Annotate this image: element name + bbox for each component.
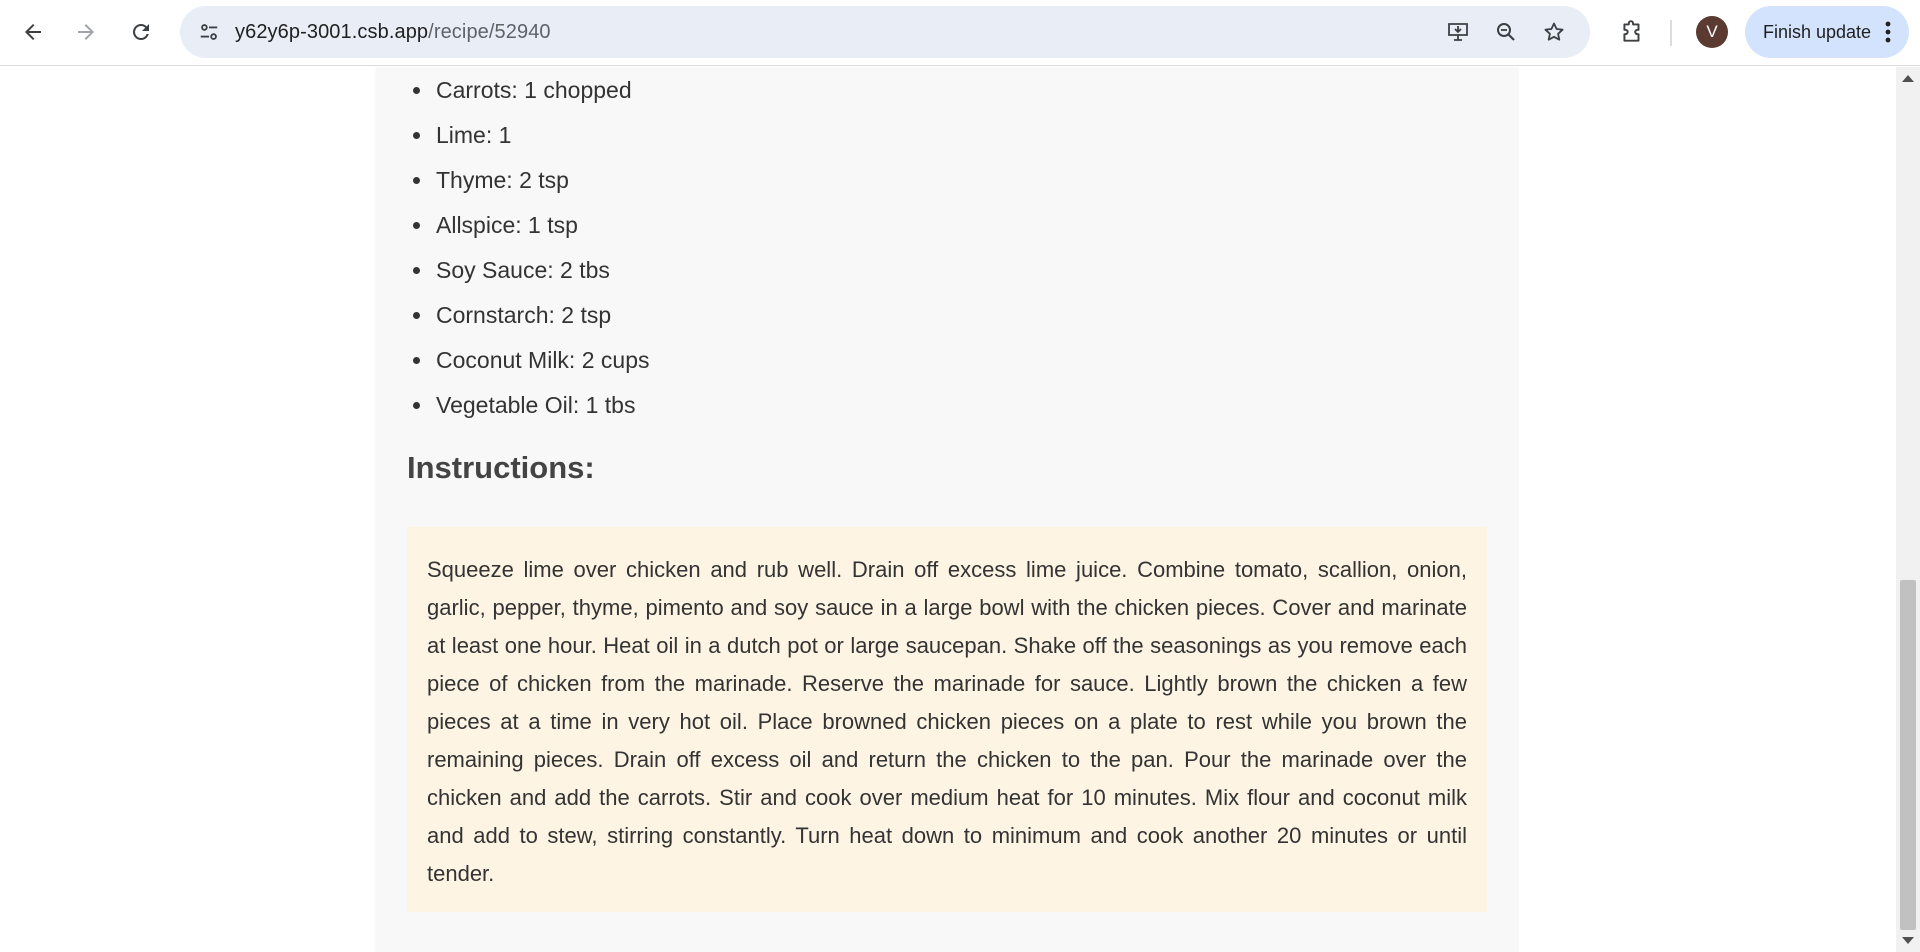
ingredient-item: Vegetable Oil: 1 tbs xyxy=(434,390,649,435)
url-text[interactable]: y62y6p-3001.csb.app/recipe/52940 xyxy=(235,6,551,58)
scroll-up-arrow-icon[interactable] xyxy=(1902,75,1914,82)
finish-update-label: Finish update xyxy=(1763,22,1872,42)
instructions-box: Squeeze lime over chicken and rub well. … xyxy=(407,527,1487,912)
browser-toolbar: y62y6p-3001.csb.app/recipe/52940 V Finis… xyxy=(0,0,1920,66)
recipe-card: Carrots: 1 chopped Lime: 1 Thyme: 2 tsp … xyxy=(377,67,1517,952)
url-host: y62y6p-3001.csb.app xyxy=(235,21,429,43)
ingredient-item: Soy Sauce: 2 tbs xyxy=(434,255,649,300)
reload-icon xyxy=(133,23,149,40)
finish-update-button[interactable]: Finish update xyxy=(1745,6,1909,58)
page-viewport: Carrots: 1 chopped Lime: 1 Thyme: 2 tsp … xyxy=(0,67,1896,952)
bookmark-button[interactable] xyxy=(1538,16,1570,48)
instructions-heading: Instructions: xyxy=(407,450,595,485)
ingredient-item: Coconut Milk: 2 cups xyxy=(434,345,649,390)
toolbar-divider xyxy=(1670,20,1672,46)
star-icon xyxy=(1544,22,1564,41)
reload-button[interactable] xyxy=(121,12,161,52)
extensions-button[interactable] xyxy=(1612,12,1652,52)
page-scrollbar[interactable] xyxy=(1896,67,1920,952)
ingredient-item: Thyme: 2 tsp xyxy=(434,165,649,210)
url-path: /recipe/52940 xyxy=(428,21,551,43)
kebab-menu-icon xyxy=(1885,21,1891,43)
ingredient-item: Allspice: 1 tsp xyxy=(434,210,649,255)
install-app-button[interactable] xyxy=(1442,16,1474,48)
ingredients-list: Carrots: 1 chopped Lime: 1 Thyme: 2 tsp … xyxy=(377,75,649,435)
zoom-button[interactable] xyxy=(1490,16,1522,48)
forward-button[interactable] xyxy=(66,12,106,52)
tune-icon xyxy=(200,24,218,40)
scrollbar-thumb[interactable] xyxy=(1900,580,1916,930)
scroll-down-arrow-icon[interactable] xyxy=(1902,937,1914,944)
site-info-button[interactable] xyxy=(192,15,226,49)
instructions-text: Squeeze lime over chicken and rub well. … xyxy=(427,557,1467,886)
ingredient-item: Cornstarch: 2 tsp xyxy=(434,300,649,345)
back-arrow-icon xyxy=(25,24,41,40)
forward-arrow-icon xyxy=(78,24,94,40)
install-app-icon xyxy=(1448,23,1468,41)
back-button[interactable] xyxy=(13,12,53,52)
zoom-icon xyxy=(1497,23,1515,41)
ingredient-item: Carrots: 1 chopped xyxy=(434,75,649,120)
puzzle-icon xyxy=(1623,20,1640,42)
profile-avatar[interactable]: V xyxy=(1696,16,1728,48)
ingredient-item: Lime: 1 xyxy=(434,120,649,165)
address-bar[interactable]: y62y6p-3001.csb.app/recipe/52940 xyxy=(180,6,1590,58)
